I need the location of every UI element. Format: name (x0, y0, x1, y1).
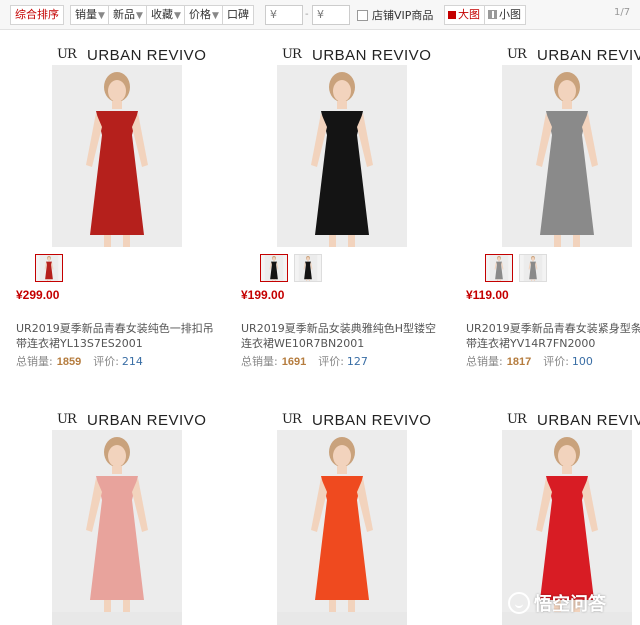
sort-new-button[interactable]: 新品▼ (108, 5, 148, 25)
product-thumbnail[interactable] (485, 254, 513, 282)
sort-price-arrow-icon: ▼ (212, 11, 219, 21)
product-image[interactable] (277, 65, 407, 247)
sort-new-arrow-icon: ▼ (136, 11, 143, 21)
view-small-label: 小图 (499, 8, 521, 21)
vip-filter-label: 店铺VIP商品 (372, 9, 434, 22)
dress-model-illustration (502, 65, 632, 247)
reviews-label: 评价: (318, 355, 344, 368)
sort-reputation-label: 口碑 (227, 8, 249, 21)
vip-filter-checkbox[interactable]: 店铺VIP商品 (357, 7, 433, 23)
sales-count: 1817 (506, 356, 532, 368)
product-stats: 总销量: 1691 评价: 127 (241, 353, 368, 369)
wukong-logo-icon (508, 592, 530, 614)
sort-favorites-arrow-icon: ▼ (174, 11, 181, 21)
brand-monogram: UR (57, 412, 77, 427)
grid-large-icon (448, 11, 456, 19)
price-max-input[interactable]: ¥ (312, 5, 350, 25)
sort-toolbar: 综合排序 销量▼ 新品▼ 收藏▼ 价格▼ 口碑 ¥ - ¥ 店铺VIP商品 大图… (0, 0, 640, 30)
product-title-link[interactable]: UR2019夏季新品青春女装紧身型条纹吊带连衣裙YV14R7FN2000 (466, 321, 640, 351)
product-thumbnail[interactable] (35, 254, 63, 282)
dress-model-illustration (52, 65, 182, 247)
sort-new-label: 新品 (113, 8, 135, 21)
sales-label: 总销量: (241, 355, 278, 368)
product-image[interactable] (52, 430, 182, 625)
watermark-text: 悟空问答 (534, 594, 606, 615)
brand-monogram: UR (507, 47, 527, 62)
sales-count: 1859 (56, 356, 82, 368)
brand-monogram: UR (282, 412, 302, 427)
dress-model-illustration (52, 430, 182, 612)
thumbnail-model-illustration (39, 255, 59, 281)
brand-wordmark: URBAN REVIVO (537, 47, 640, 64)
sales-count: 1691 (281, 356, 307, 368)
product-price: ¥199.00 (241, 288, 285, 302)
product-image[interactable] (502, 65, 632, 247)
checkbox-icon (357, 10, 368, 21)
sort-price-button[interactable]: 价格▼ (184, 5, 224, 25)
product-price: ¥119.00 (466, 288, 509, 302)
reviews-count-link[interactable]: 214 (122, 355, 143, 368)
price-range-dash: - (305, 9, 309, 20)
brand-monogram: UR (57, 47, 77, 62)
dress-model-illustration (502, 430, 632, 612)
product-thumbnail[interactable] (294, 254, 322, 282)
thumbnail-model-illustration (489, 255, 509, 281)
product-thumbnail[interactable] (260, 254, 288, 282)
sort-favorites-button[interactable]: 收藏▼ (146, 5, 186, 25)
sort-sales-button[interactable]: 销量▼ (70, 5, 110, 25)
brand-wordmark: URBAN REVIVO (537, 412, 640, 429)
brand-monogram: UR (282, 47, 302, 62)
sort-price-label: 价格 (189, 8, 211, 21)
sales-label: 总销量: (466, 355, 503, 368)
sort-default-button[interactable]: 综合排序 (10, 5, 64, 25)
sort-reputation-button[interactable]: 口碑 (222, 5, 254, 25)
sales-label: 总销量: (16, 355, 53, 368)
product-price: ¥299.00 (16, 288, 60, 302)
thumbnail-model-illustration (523, 255, 543, 281)
sort-favorites-label: 收藏 (151, 8, 173, 21)
product-image[interactable] (277, 430, 407, 625)
sort-sales-label: 销量 (75, 8, 97, 21)
brand-wordmark: URBAN REVIVO (312, 47, 432, 64)
dress-model-illustration (277, 65, 407, 247)
sort-default-label: 综合排序 (15, 8, 59, 21)
price-min-input[interactable]: ¥ (265, 5, 303, 25)
product-image[interactable] (52, 65, 182, 247)
reviews-count-link[interactable]: 127 (347, 355, 368, 368)
sort-sales-arrow-icon: ▼ (98, 11, 105, 21)
reviews-count-link[interactable]: 100 (572, 355, 593, 368)
product-stats: 总销量: 1817 评价: 100 (466, 353, 593, 369)
brand-wordmark: URBAN REVIVO (87, 47, 207, 64)
view-small-button[interactable]: 小图 (484, 5, 526, 25)
brand-wordmark: URBAN REVIVO (87, 412, 207, 429)
brand-monogram: UR (507, 412, 527, 427)
product-title-link[interactable]: UR2019夏季新品女装典雅纯色H型镂空连衣裙WE10R7BN2001 (241, 321, 446, 351)
page-indicator: 1/7 (614, 7, 631, 18)
view-big-button[interactable]: 大图 (444, 5, 485, 25)
view-big-label: 大图 (458, 8, 480, 21)
grid-small-icon (488, 10, 497, 19)
thumbnail-model-illustration (298, 255, 318, 281)
reviews-label: 评价: (543, 355, 569, 368)
reviews-label: 评价: (93, 355, 119, 368)
product-stats: 总销量: 1859 评价: 214 (16, 353, 143, 369)
dress-model-illustration (277, 430, 407, 612)
thumbnail-model-illustration (264, 255, 284, 281)
product-title-link[interactable]: UR2019夏季新品青春女装纯色一排扣吊带连衣裙YL13S7ES2001 (16, 321, 221, 351)
watermark: 悟空问答 (508, 590, 640, 618)
product-thumbnail[interactable] (519, 254, 547, 282)
brand-wordmark: URBAN REVIVO (312, 412, 432, 429)
